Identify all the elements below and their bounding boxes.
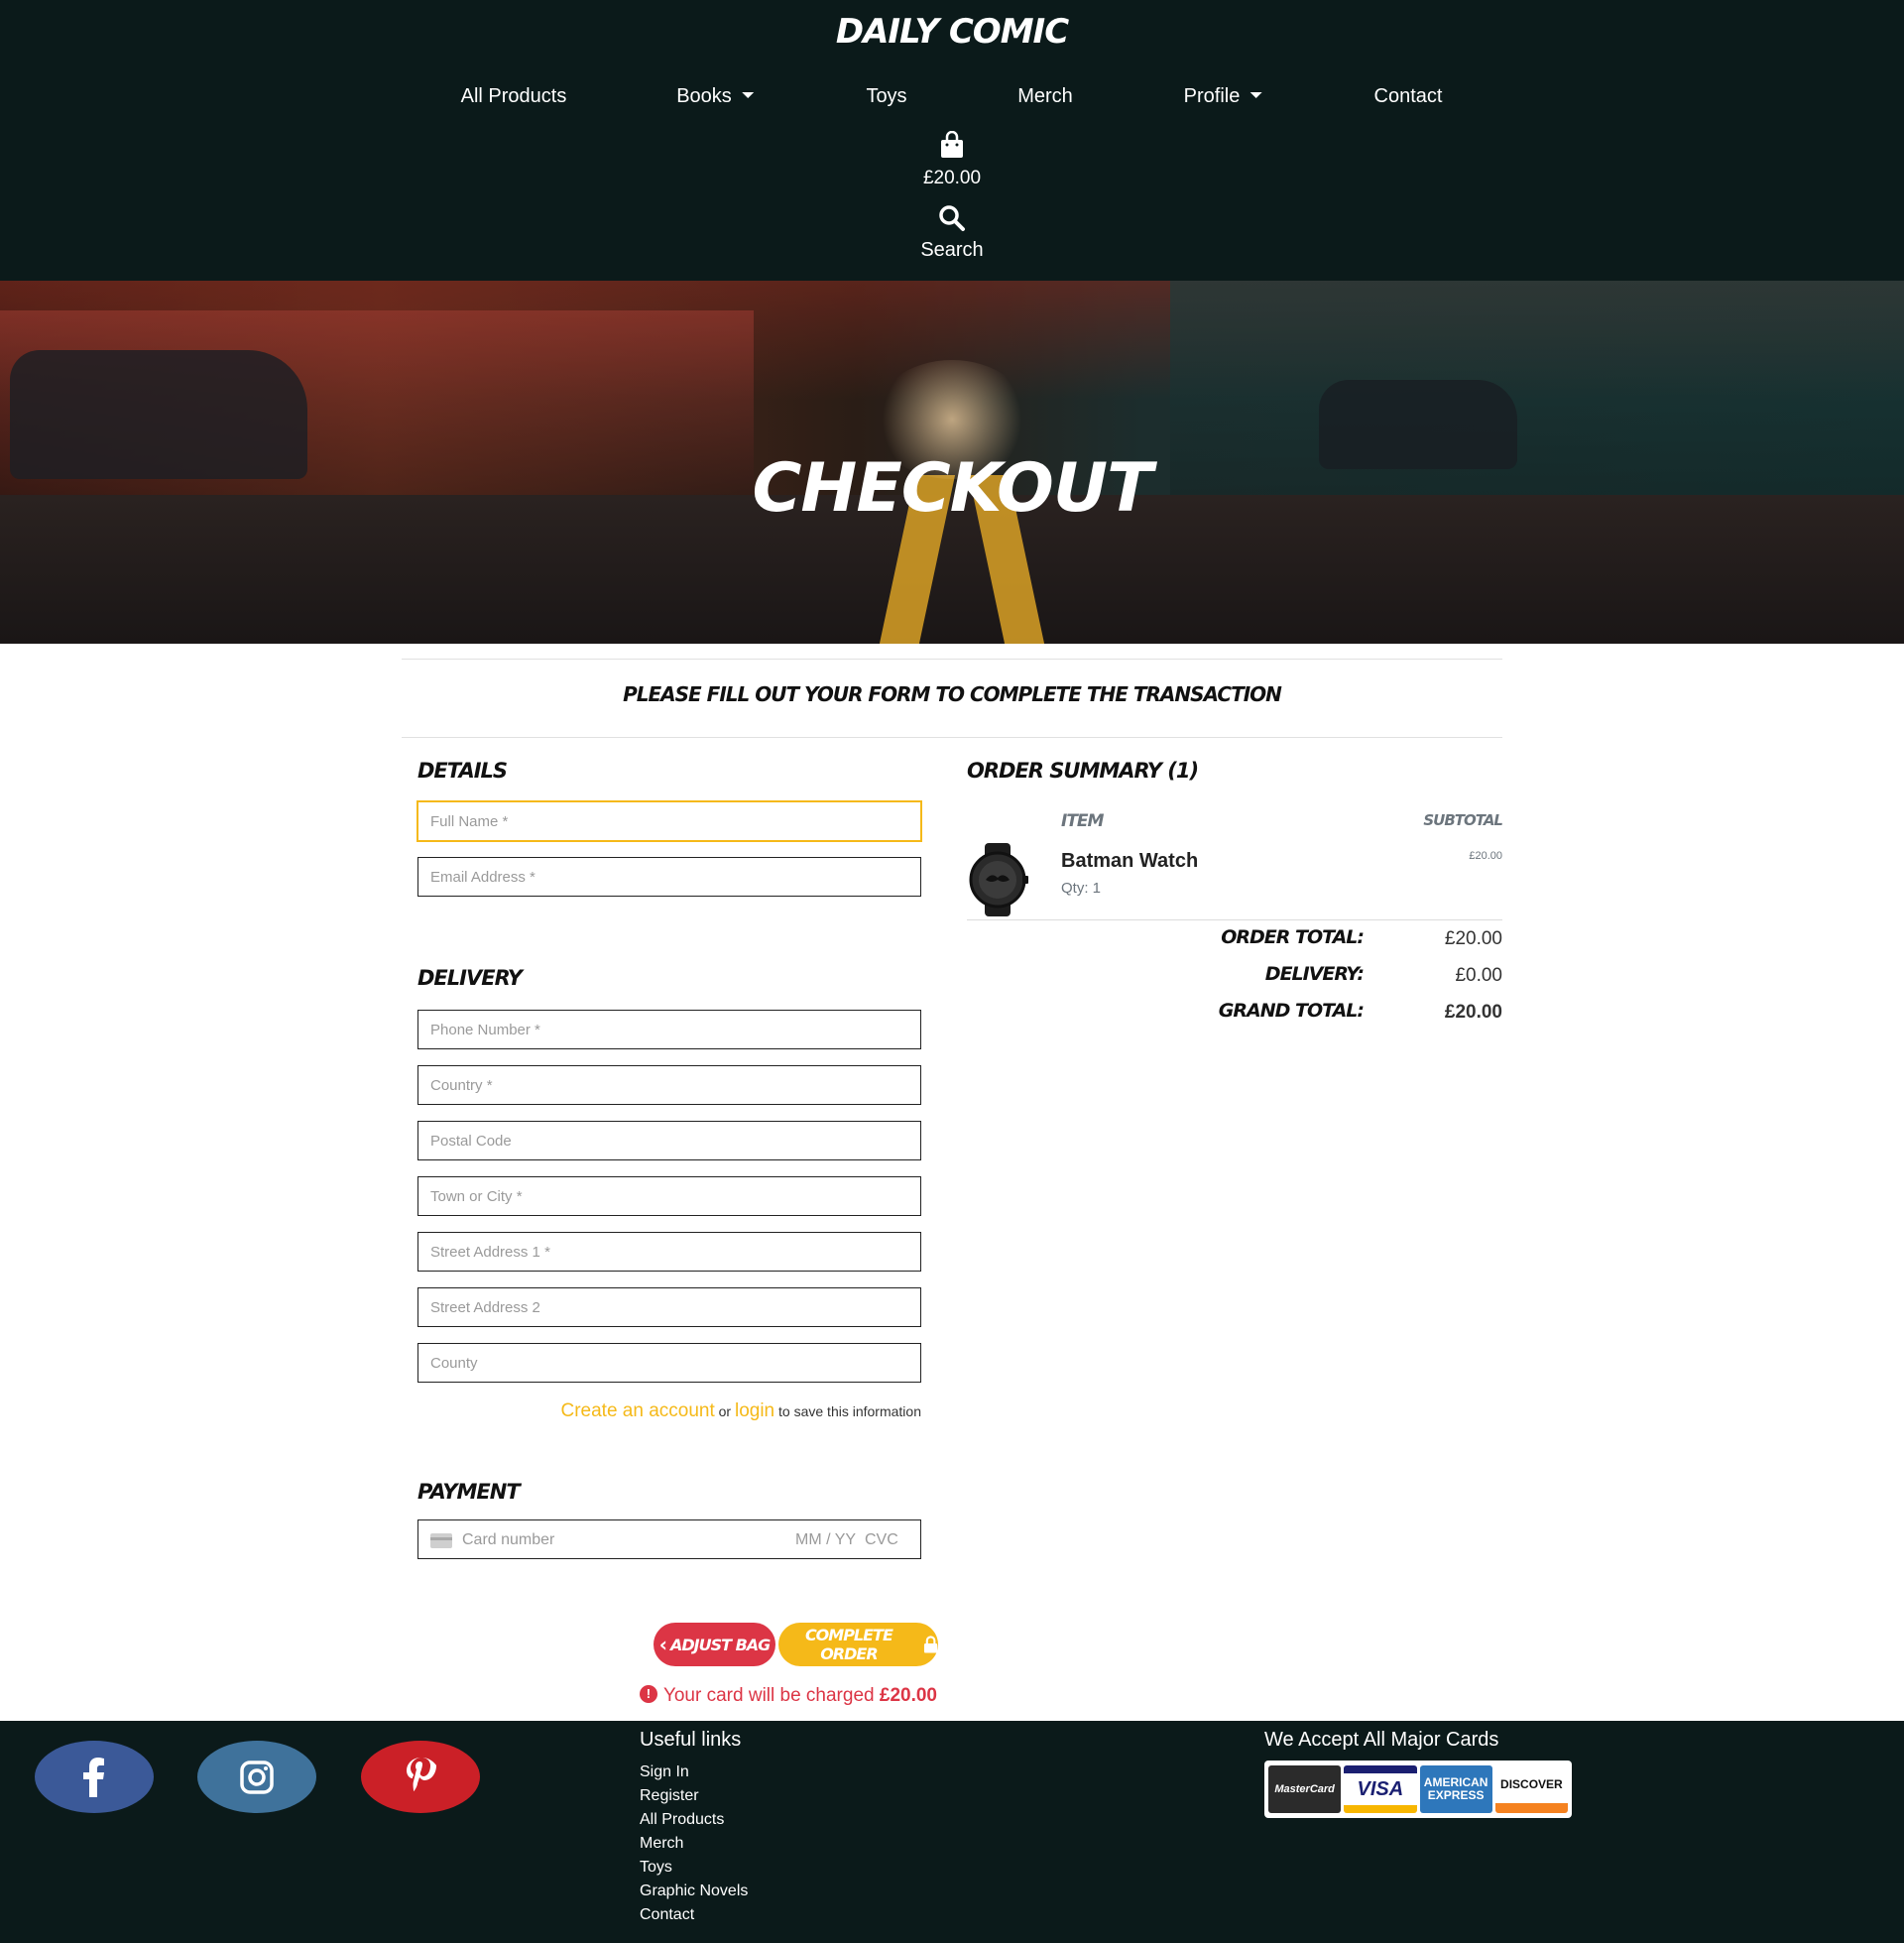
footer-links: Sign In Register All Products Merch Toys… [640, 1761, 748, 1927]
amex-logo: AMERICAN EXPRESS [1419, 1765, 1492, 1813]
delivery-label: DELIVERY: [1264, 963, 1365, 985]
column-subtotal: SUBTOTAL [1423, 811, 1503, 829]
town-city-field[interactable] [417, 1176, 921, 1216]
site-header: DAILY COMIC All Products Books Toys Merc… [0, 0, 1904, 281]
card-number-placeholder[interactable]: Card number [462, 1531, 554, 1549]
pinterest-link[interactable] [361, 1741, 480, 1813]
footer-link-register[interactable]: Register [640, 1784, 748, 1808]
caret-down-icon [1250, 92, 1262, 99]
bag-total: £20.00 [922, 168, 982, 188]
nav-all-products[interactable]: All Products [461, 85, 567, 108]
phone-field[interactable] [417, 1010, 921, 1049]
order-total-value: £20.00 [1444, 928, 1502, 949]
hero-banner: CHECKOUT [0, 281, 1904, 644]
delivery-value: £0.00 [1455, 965, 1502, 986]
grand-total-label: GRAND TOTAL: [1218, 1000, 1365, 1022]
product-image [969, 843, 1028, 916]
nav-merch[interactable]: Merch [1017, 85, 1073, 108]
footer-link-toys[interactable]: Toys [640, 1856, 748, 1880]
instagram-icon [240, 1760, 274, 1794]
nav-profile[interactable]: Profile [1184, 85, 1262, 108]
divider [402, 737, 1502, 738]
grand-total-value: £20.00 [1444, 1002, 1502, 1023]
page-title: CHECKOUT [752, 449, 1153, 528]
divider [402, 659, 1502, 660]
full-name-field[interactable] [417, 801, 921, 841]
discover-logo: DISCOVER [1494, 1765, 1568, 1813]
nav-books[interactable]: Books [676, 85, 754, 108]
item-subtotal: £20.00 [1469, 850, 1502, 862]
street-address-1-field[interactable] [417, 1232, 921, 1272]
cards-heading: We Accept All Major Cards [1264, 1729, 1499, 1751]
charge-amount: £20.00 [879, 1685, 937, 1706]
shopping-bag-icon [941, 130, 963, 158]
facebook-icon [83, 1757, 104, 1797]
column-item: ITEM [1061, 811, 1104, 831]
complete-order-button[interactable]: COMPLETE ORDER [778, 1623, 938, 1666]
footer-link-all-products[interactable]: All Products [640, 1808, 748, 1832]
search-link[interactable]: Search [902, 204, 1002, 262]
charge-notice: ! Your card will be charged £20.00 [417, 1685, 937, 1707]
accepted-cards-image: MasterCard VISA AMERICAN EXPRESS DISCOVE… [1264, 1761, 1572, 1818]
checkout-intro: PLEASE FILL OUT YOUR FORM TO COMPLETE TH… [623, 682, 1282, 706]
facebook-link[interactable] [35, 1741, 154, 1813]
site-footer: Useful links Sign In Register All Produc… [0, 1721, 1904, 1943]
item-qty: Qty: 1 [1061, 880, 1102, 897]
pinterest-icon [407, 1757, 436, 1791]
adjust-bag-button[interactable]: ‹ ADJUST BAG [654, 1623, 775, 1666]
lock-icon [923, 1636, 938, 1653]
card-cvc-placeholder[interactable]: CVC [865, 1531, 898, 1549]
nav-contact[interactable]: Contact [1374, 85, 1443, 108]
order-total-label: ORDER TOTAL: [1221, 926, 1365, 948]
country-field[interactable] [417, 1065, 921, 1105]
login-link[interactable]: login [735, 1400, 774, 1421]
email-field[interactable] [417, 857, 921, 897]
save-info-text: Create an account or login to save this … [560, 1400, 921, 1421]
item-name: Batman Watch [1061, 850, 1199, 872]
exclamation-circle-icon: ! [639, 1685, 657, 1704]
search-icon [939, 205, 965, 231]
search-label: Search [920, 239, 984, 261]
brand-logo[interactable]: DAILY COMIC [0, 12, 1904, 52]
card-expiry-placeholder[interactable]: MM / YY [795, 1531, 856, 1549]
visa-logo: VISA [1344, 1765, 1417, 1813]
mastercard-logo: MasterCard [1268, 1765, 1342, 1813]
postal-code-field[interactable] [417, 1121, 921, 1160]
footer-link-merch[interactable]: Merch [640, 1832, 748, 1856]
footer-link-sign-in[interactable]: Sign In [640, 1761, 748, 1784]
footer-link-graphic-novels[interactable]: Graphic Novels [640, 1880, 748, 1903]
main-nav: All Products Books Toys Merch Profile Co… [0, 85, 1904, 115]
details-heading: DETAILS [417, 759, 508, 783]
footer-link-contact[interactable]: Contact [640, 1903, 748, 1927]
card-element[interactable]: Card number MM / YY CVC [417, 1519, 921, 1559]
chevron-left-icon: ‹ [658, 1633, 667, 1656]
order-summary-heading: ORDER SUMMARY (1) [967, 759, 1199, 783]
instagram-link[interactable] [197, 1741, 316, 1813]
county-field[interactable] [417, 1343, 921, 1383]
street-address-2-field[interactable] [417, 1287, 921, 1327]
create-account-link[interactable]: Create an account [560, 1400, 714, 1421]
delivery-heading: DELIVERY [417, 966, 523, 990]
useful-links-heading: Useful links [640, 1729, 742, 1751]
payment-heading: PAYMENT [417, 1480, 521, 1504]
nav-toys[interactable]: Toys [866, 85, 906, 108]
divider [967, 919, 1502, 920]
shopping-bag-link[interactable]: £20.00 [902, 130, 1002, 189]
caret-down-icon [741, 92, 754, 99]
credit-card-icon [430, 1533, 452, 1548]
